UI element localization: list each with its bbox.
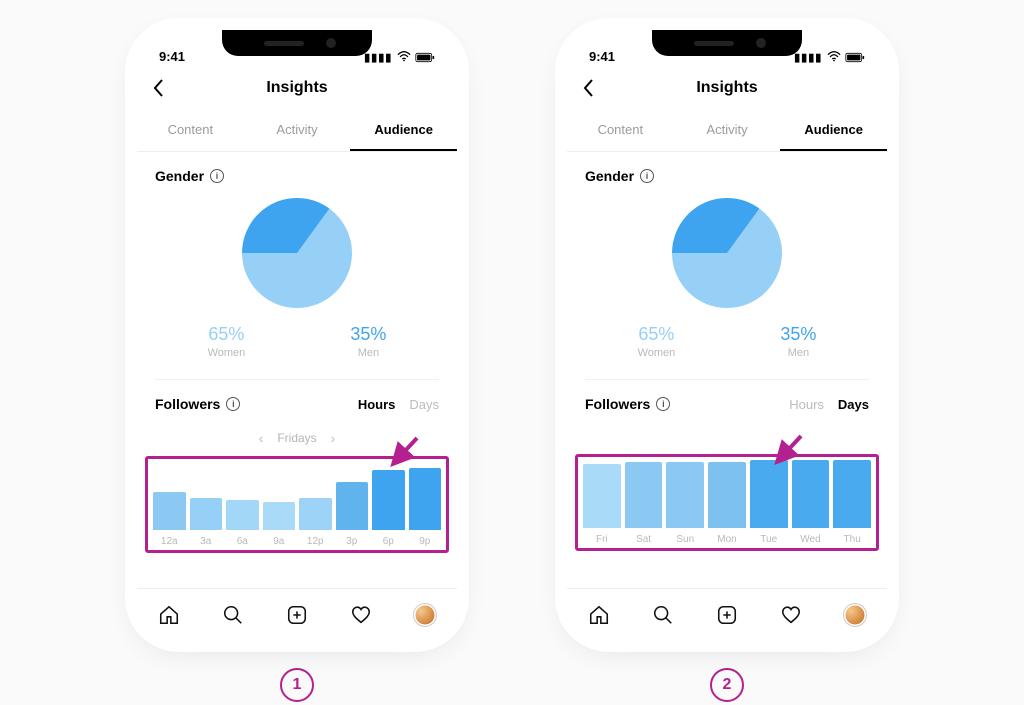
gender-pie-chart xyxy=(672,198,782,308)
tab-content[interactable]: Content xyxy=(137,110,244,151)
chart-xlabel: 3a xyxy=(190,536,223,547)
phone-1: 9:41 ▮▮▮▮ Insights Content Activity Audi… xyxy=(137,30,457,705)
chart-bar xyxy=(372,470,405,530)
chart-xlabel: Wed xyxy=(792,534,830,545)
chart-xlabel: 3p xyxy=(336,536,369,547)
phone-2: 9:41 ▮▮▮▮ Insights Content Activity Audi… xyxy=(567,30,887,705)
chart-bar xyxy=(792,460,830,528)
gender-men: 35% Men xyxy=(780,324,816,359)
tab-activity[interactable]: Activity xyxy=(244,110,351,151)
toggle-days[interactable]: Days xyxy=(838,397,869,412)
chart-bar xyxy=(336,482,369,530)
day-selector[interactable]: ‹ Fridays › xyxy=(137,416,457,452)
heart-icon[interactable] xyxy=(780,604,802,626)
notch xyxy=(652,30,802,56)
chart-bar xyxy=(263,502,296,530)
followers-title: Followers xyxy=(585,396,650,412)
chart-xlabel: Sun xyxy=(666,534,704,545)
chart-bar xyxy=(190,498,223,530)
bottom-tabbar xyxy=(137,588,457,640)
gender-section: Gender i 65% Women 35% Men xyxy=(137,152,457,379)
tab-activity[interactable]: Activity xyxy=(674,110,781,151)
annotation-badge-1: 1 xyxy=(280,668,314,702)
chart-xlabel: 12p xyxy=(299,536,332,547)
chart-xlabel: 6p xyxy=(372,536,405,547)
notch xyxy=(222,30,372,56)
hours-days-toggle: Hours Days xyxy=(789,397,869,412)
gender-women: 65% Women xyxy=(638,324,676,359)
info-icon[interactable]: i xyxy=(656,397,670,411)
bottom-tabbar xyxy=(567,588,887,640)
gender-men: 35% Men xyxy=(350,324,386,359)
chart-bar xyxy=(583,464,621,528)
info-icon[interactable]: i xyxy=(640,169,654,183)
tab-content[interactable]: Content xyxy=(567,110,674,151)
chart-xlabel: Fri xyxy=(583,534,621,545)
status-time: 9:41 xyxy=(589,49,615,64)
home-icon[interactable] xyxy=(588,604,610,626)
gender-pie-chart xyxy=(242,198,352,308)
profile-avatar[interactable] xyxy=(844,604,866,626)
tab-audience[interactable]: Audience xyxy=(780,110,887,151)
followers-title: Followers xyxy=(155,396,220,412)
chart-xlabel: Tue xyxy=(750,534,788,545)
chevron-right-icon[interactable]: › xyxy=(331,430,336,446)
gender-title: Gender xyxy=(585,168,634,184)
toggle-hours[interactable]: Hours xyxy=(789,397,824,412)
header: Insights xyxy=(137,66,457,110)
page-title: Insights xyxy=(266,79,327,97)
search-icon[interactable] xyxy=(652,604,674,626)
status-time: 9:41 xyxy=(159,49,185,64)
annotation-badge-2: 2 xyxy=(710,668,744,702)
toggle-hours[interactable]: Hours xyxy=(358,397,396,412)
device-frame: 9:41 ▮▮▮▮ Insights Content Activity Audi… xyxy=(137,30,457,640)
chart-bar xyxy=(666,462,704,528)
chart-bar xyxy=(750,460,788,528)
info-icon[interactable]: i xyxy=(210,169,224,183)
tabs: Content Activity Audience xyxy=(567,110,887,152)
heart-icon[interactable] xyxy=(350,604,372,626)
home-icon[interactable] xyxy=(158,604,180,626)
header: Insights xyxy=(567,66,887,110)
chart-bar xyxy=(299,498,332,530)
back-button[interactable] xyxy=(581,78,595,102)
chart-xlabel: Thu xyxy=(833,534,871,545)
back-button[interactable] xyxy=(151,78,165,102)
toggle-days[interactable]: Days xyxy=(409,397,439,412)
followers-header: Followers i Hours Days xyxy=(137,380,457,416)
selected-day: Fridays xyxy=(277,431,316,445)
chart-xlabel: Sat xyxy=(625,534,663,545)
add-icon[interactable] xyxy=(286,604,308,626)
chevron-left-icon[interactable]: ‹ xyxy=(259,430,264,446)
status-icons: ▮▮▮▮ xyxy=(794,50,865,64)
chart-xlabel: 6a xyxy=(226,536,259,547)
tab-audience[interactable]: Audience xyxy=(350,110,457,151)
profile-avatar[interactable] xyxy=(414,604,436,626)
days-chart: Fri SatSun Mon Tue WedThu xyxy=(579,458,875,547)
chart-xlabel: 9a xyxy=(263,536,296,547)
chart-bar xyxy=(833,460,871,528)
chart-bar xyxy=(226,500,259,530)
gender-section: Gender i 65% Women 35% Men xyxy=(567,152,887,379)
tabs: Content Activity Audience xyxy=(137,110,457,152)
device-frame: 9:41 ▮▮▮▮ Insights Content Activity Audi… xyxy=(567,30,887,640)
followers-header: Followers i Hours Days xyxy=(567,380,887,416)
hours-chart: 12a 3a6a 9a12p 3p6p 9p xyxy=(149,460,445,549)
search-icon[interactable] xyxy=(222,604,244,626)
spacer xyxy=(567,416,887,450)
add-icon[interactable] xyxy=(716,604,738,626)
page-title: Insights xyxy=(696,79,757,97)
chart-xlabel: Mon xyxy=(708,534,746,545)
gender-women: 65% Women xyxy=(208,324,246,359)
status-icons: ▮▮▮▮ xyxy=(364,50,435,64)
info-icon[interactable]: i xyxy=(226,397,240,411)
hours-days-toggle: Hours Days xyxy=(358,397,439,412)
chart-bar xyxy=(708,462,746,528)
chart-xlabel: 12a xyxy=(153,536,186,547)
gender-title: Gender xyxy=(155,168,204,184)
chart-bar xyxy=(153,492,186,530)
chart-bar xyxy=(625,462,663,528)
chart-bar xyxy=(409,468,442,530)
chart-xlabel: 9p xyxy=(409,536,442,547)
